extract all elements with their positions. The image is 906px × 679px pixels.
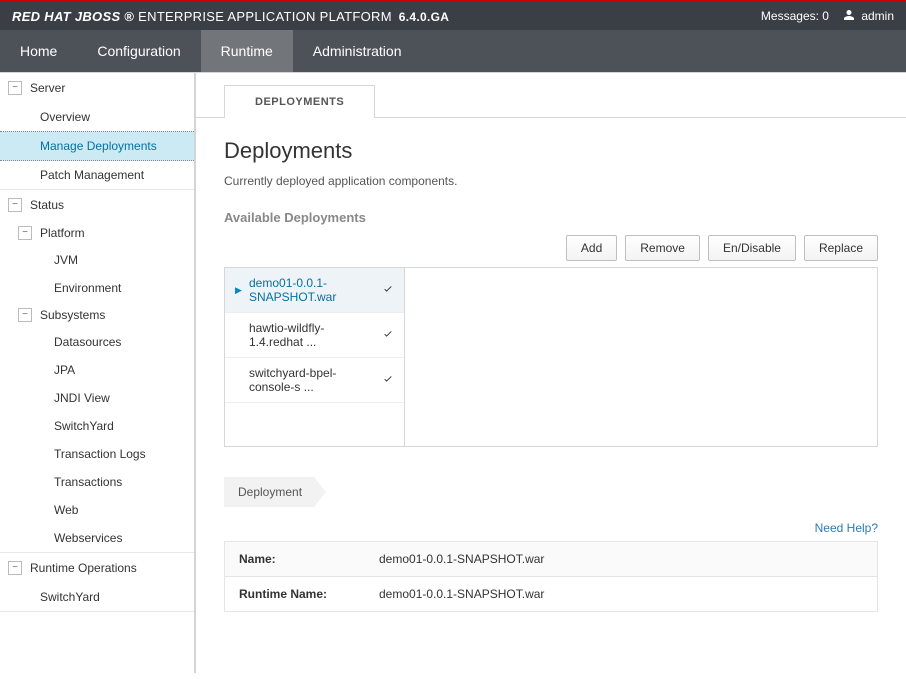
- sidebar-section-label: Runtime Operations: [30, 561, 137, 575]
- check-icon: [382, 328, 394, 342]
- deployment-row[interactable]: ▶ switchyard-bpel-console-s ...: [225, 358, 404, 403]
- detail-value-runtime: demo01-0.0.1-SNAPSHOT.war: [365, 577, 877, 611]
- sidebar-subsection-platform[interactable]: − Platform: [0, 220, 194, 246]
- tab-home[interactable]: Home: [0, 30, 77, 72]
- content-tab-deployments[interactable]: DEPLOYMENTS: [224, 85, 375, 118]
- brand-jboss: JBOSS: [75, 9, 121, 24]
- sidebar-item-ws[interactable]: Webservices: [0, 524, 194, 552]
- user-name: admin: [861, 9, 894, 23]
- remove-button[interactable]: Remove: [625, 235, 700, 261]
- sidebar-section-label: Status: [30, 198, 64, 212]
- tab-administration[interactable]: Administration: [293, 30, 422, 72]
- breadcrumb[interactable]: Deployment: [224, 477, 326, 507]
- collapse-icon: −: [8, 198, 22, 212]
- page-title: Deployments: [224, 138, 878, 164]
- deployment-name: demo01-0.0.1-SNAPSHOT.war: [249, 276, 376, 304]
- collapse-icon: −: [18, 308, 32, 322]
- sidebar-subsection-subsystems[interactable]: − Subsystems: [0, 302, 194, 328]
- collapse-icon: −: [8, 81, 22, 95]
- detail-value-name: demo01-0.0.1-SNAPSHOT.war: [365, 542, 877, 576]
- sidebar-item-ro-switchyard[interactable]: SwitchYard: [0, 583, 194, 611]
- brand: RED HAT JBOSS ® ENTERPRISE APPLICATION P…: [12, 9, 449, 24]
- user-menu[interactable]: admin: [843, 9, 894, 23]
- tab-runtime[interactable]: Runtime: [201, 30, 293, 72]
- add-button[interactable]: Add: [566, 235, 617, 261]
- sidebar-section-server[interactable]: − Server: [0, 73, 194, 103]
- sidebar-item-switchyard[interactable]: SwitchYard: [0, 412, 194, 440]
- replace-button[interactable]: Replace: [804, 235, 878, 261]
- deployment-row[interactable]: ▶ demo01-0.0.1-SNAPSHOT.war: [225, 268, 404, 313]
- sidebar-item-jvm[interactable]: JVM: [0, 246, 194, 274]
- sidebar-subsection-label: Subsystems: [40, 308, 105, 322]
- sidebar-item-overview[interactable]: Overview: [0, 103, 194, 131]
- deployment-row[interactable]: ▶ hawtio-wildfly-1.4.redhat ...: [225, 313, 404, 358]
- topbar: RED HAT JBOSS ® ENTERPRISE APPLICATION P…: [0, 0, 906, 30]
- sidebar-section-label: Server: [30, 81, 65, 95]
- available-deployments-label: Available Deployments: [224, 210, 878, 225]
- detail-label-name: Name:: [225, 542, 365, 576]
- sidebar-item-web[interactable]: Web: [0, 496, 194, 524]
- sidebar-item-tx[interactable]: Transactions: [0, 468, 194, 496]
- deployment-actions: Add Remove En/Disable Replace: [224, 235, 878, 261]
- sidebar: − Server Overview Manage Deployments Pat…: [0, 73, 196, 673]
- sidebar-section-runtime-ops[interactable]: − Runtime Operations: [0, 553, 194, 583]
- sidebar-item-jpa[interactable]: JPA: [0, 356, 194, 384]
- collapse-icon: −: [8, 561, 22, 575]
- en-disable-button[interactable]: En/Disable: [708, 235, 796, 261]
- brand-eap: ENTERPRISE APPLICATION PLATFORM: [138, 9, 392, 24]
- messages-link[interactable]: Messages: 0: [761, 9, 829, 23]
- deployment-list: ▶ demo01-0.0.1-SNAPSHOT.war ▶ hawtio-wil…: [224, 267, 878, 447]
- need-help-link[interactable]: Need Help?: [815, 521, 878, 535]
- sidebar-item-manage-deployments[interactable]: Manage Deployments: [0, 131, 194, 161]
- tab-configuration[interactable]: Configuration: [77, 30, 200, 72]
- deployment-detail-table: Name: demo01-0.0.1-SNAPSHOT.war Runtime …: [224, 541, 878, 612]
- brand-version: 6.4.0.GA: [399, 10, 449, 24]
- collapse-icon: −: [18, 226, 32, 240]
- sidebar-item-jndi[interactable]: JNDI View: [0, 384, 194, 412]
- check-icon: [382, 283, 394, 297]
- user-icon: [843, 9, 855, 21]
- detail-label-runtime: Runtime Name:: [225, 577, 365, 611]
- check-icon: [382, 373, 394, 387]
- deployment-name: hawtio-wildfly-1.4.redhat ...: [249, 321, 376, 349]
- sidebar-item-txlogs[interactable]: Transaction Logs: [0, 440, 194, 468]
- sidebar-item-datasources[interactable]: Datasources: [0, 328, 194, 356]
- main-content: DEPLOYMENTS Deployments Currently deploy…: [196, 73, 906, 673]
- brand-redhat: RED HAT: [12, 9, 71, 24]
- deployment-name: switchyard-bpel-console-s ...: [249, 366, 376, 394]
- sidebar-subsection-label: Platform: [40, 226, 85, 240]
- sidebar-item-environment[interactable]: Environment: [0, 274, 194, 302]
- caret-right-icon: ▶: [235, 285, 243, 296]
- page-subtitle: Currently deployed application component…: [224, 174, 878, 188]
- sidebar-section-status[interactable]: − Status: [0, 190, 194, 220]
- sidebar-item-patch-management[interactable]: Patch Management: [0, 161, 194, 189]
- main-nav: Home Configuration Runtime Administratio…: [0, 30, 906, 72]
